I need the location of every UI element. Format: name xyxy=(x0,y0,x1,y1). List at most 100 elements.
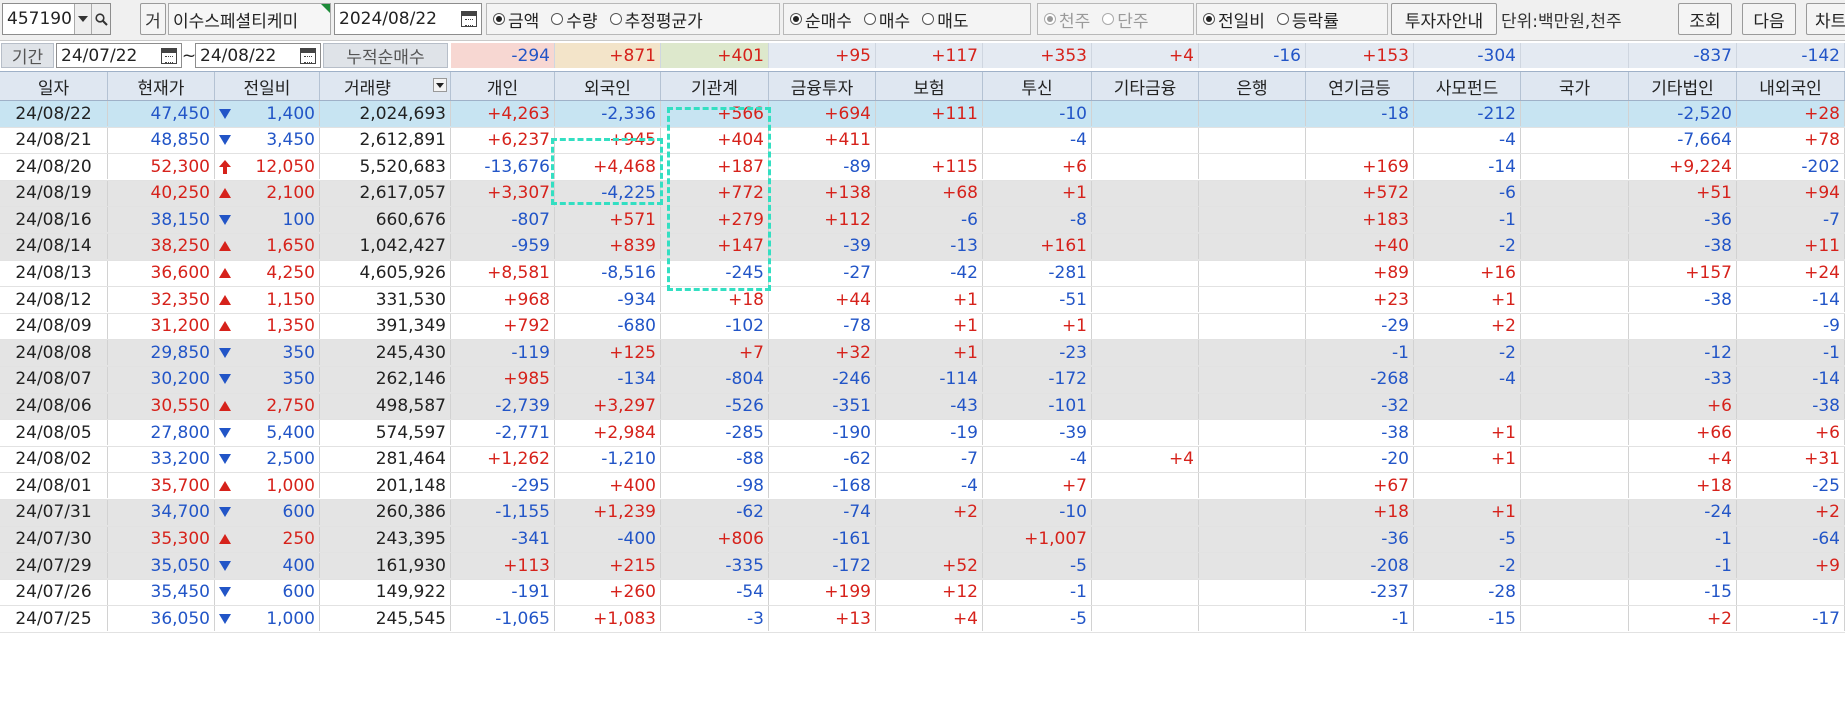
table-row[interactable]: 24/08/19 40,250 2,100 2,617,057 +3,307 -4,225… xyxy=(0,180,1845,208)
table-row[interactable]: 24/08/02 33,200 2,500 281,464 +1,262 -1,210 -8… xyxy=(0,446,1845,474)
cell-financial-investment: +13 xyxy=(769,606,876,632)
accum-pension: +153 xyxy=(1306,43,1414,68)
cell-other-finance xyxy=(1092,473,1199,499)
next-button[interactable]: 다음 xyxy=(1742,3,1796,35)
column-header-insurance[interactable]: 보험 xyxy=(876,72,983,100)
table-row[interactable]: 24/08/09 31,200 1,350 391,349 +792 -680 -102 -7… xyxy=(0,313,1845,341)
radio-net-buy[interactable]: 순매수 xyxy=(790,7,852,32)
cell-insurance: -42 xyxy=(876,260,983,286)
column-header-label: 보험 xyxy=(913,78,945,99)
radio-prev-day[interactable]: 전일비 xyxy=(1203,7,1265,32)
column-header-change[interactable]: 전일비 xyxy=(215,72,320,100)
table-row[interactable]: 24/08/08 29,850 350 245,430 -119 +125 +7 +32 +1-… xyxy=(0,340,1845,367)
radio-dot-icon xyxy=(863,13,876,25)
cell-investment-trust: -4 xyxy=(983,127,1092,153)
table-row[interactable]: 24/07/31 34,700 600 260,386 -1,155 +1,239 -62-… xyxy=(0,499,1845,527)
stock-code-input[interactable]: 457190 xyxy=(2,3,111,35)
cell-individual: +985 xyxy=(451,366,555,392)
radio-dot-icon xyxy=(1102,13,1115,25)
cell-government xyxy=(1521,127,1629,153)
table-row[interactable]: 24/08/01 35,700 1,000 201,148 -295 +400 -98 -16… xyxy=(0,473,1845,500)
down-triangle-icon xyxy=(219,214,231,225)
cell-foreign: -400 xyxy=(555,526,661,552)
column-header-institution[interactable]: 기관계 xyxy=(661,72,769,100)
cell-government xyxy=(1521,340,1629,366)
column-header-other-finance[interactable]: 기타금융 xyxy=(1092,72,1199,100)
cell-institution: -245 xyxy=(661,260,769,286)
radio-sell[interactable]: 매도 xyxy=(922,7,968,32)
cell-government xyxy=(1521,606,1629,632)
period-start-input[interactable]: 24/07/22 xyxy=(56,43,182,68)
cell-insurance: -13 xyxy=(876,233,983,259)
column-header-bank[interactable]: 은행 xyxy=(1199,72,1306,100)
column-header-individual[interactable]: 개인 xyxy=(451,72,555,100)
search-button[interactable]: 조회 xyxy=(1678,3,1732,35)
cell-institution: +18 xyxy=(661,287,769,313)
column-header-price[interactable]: 현재가 xyxy=(108,72,215,100)
column-header-private-fund[interactable]: 사모펀드 xyxy=(1414,72,1521,100)
table-row[interactable]: 24/08/20 52,300 12,050 5,520,683 -13,676 +4,4… xyxy=(0,154,1845,181)
table-row[interactable]: 24/08/21 48,850 3,450 2,612,891 +6,237 +945 +4… xyxy=(0,127,1845,155)
cell-date: 24/07/31 xyxy=(0,499,108,525)
cell-financial-investment: -190 xyxy=(769,420,876,446)
table-row[interactable]: 24/08/06 30,550 2,750 498,587 -2,739 +3,297 -5… xyxy=(0,393,1845,421)
chart-button[interactable]: 차트 xyxy=(1806,3,1845,35)
period-end-input[interactable]: 24/08/22 xyxy=(195,43,321,68)
cell-domestic-foreign: -1 xyxy=(1737,340,1845,366)
column-header-other-corp[interactable]: 기타법인 xyxy=(1629,72,1737,100)
column-header-pension[interactable]: 연기금등 xyxy=(1306,72,1414,100)
trade-type-group: 순매수 매수 매도 xyxy=(783,3,1031,35)
table-row[interactable]: 24/08/05 27,800 5,400 574,597 -2,771 +2,984 -2… xyxy=(0,420,1845,447)
table-row[interactable]: 24/08/14 38,250 1,650 1,042,427 -959 +839 +147… xyxy=(0,233,1845,261)
cell-other-finance xyxy=(1092,579,1199,605)
search-icon xyxy=(94,12,108,26)
column-header-government[interactable]: 국가 xyxy=(1521,72,1629,100)
radio-change-rate[interactable]: 등락률 xyxy=(1276,7,1339,32)
cell-domestic-foreign: +9 xyxy=(1737,553,1845,579)
date-input[interactable]: 2024/08/22 xyxy=(334,3,482,35)
calendar-icon[interactable] xyxy=(461,11,477,27)
cell-insurance xyxy=(876,526,983,552)
table-row[interactable]: 24/08/13 36,600 4,250 4,605,926 +8,581 -8,516… xyxy=(0,260,1845,288)
cell-government xyxy=(1521,393,1629,419)
cell-institution: -3 xyxy=(661,606,769,632)
cell-private-fund: -2 xyxy=(1414,340,1521,366)
cell-other-corp: -15 xyxy=(1629,579,1737,605)
investor-info-button[interactable]: 투자자안내 xyxy=(1391,3,1497,35)
column-header-foreign[interactable]: 외국인 xyxy=(555,72,661,100)
table-row[interactable]: 24/08/16 38,150 100 660,676 -807 +571 +279 +112… xyxy=(0,207,1845,234)
radio-estimated-avg[interactable]: 추정평균가 xyxy=(609,7,703,32)
table-row[interactable]: 24/07/26 35,450 600 149,922 -191 +260 -54 +199 +… xyxy=(0,579,1845,607)
calendar-icon[interactable] xyxy=(161,47,177,64)
table-row[interactable]: 24/07/25 36,050 1,000 245,545 -1,065 +1,083 -3… xyxy=(0,606,1845,633)
table-row[interactable]: 24/08/22 47,450 1,400 2,024,693 +4,263 -2,336… xyxy=(0,101,1845,128)
column-header-date[interactable]: 일자 xyxy=(0,72,108,100)
cell-foreign: +260 xyxy=(555,579,661,605)
market-tag[interactable]: 거 xyxy=(140,3,166,35)
cell-government xyxy=(1521,499,1629,525)
column-header-volume[interactable]: 거래량 xyxy=(320,72,451,100)
cell-other-finance xyxy=(1092,526,1199,552)
cell-volume: 4,605,926 xyxy=(320,260,451,286)
volume-sort-dropdown-button[interactable] xyxy=(433,78,447,92)
calendar-icon[interactable] xyxy=(300,47,316,64)
cell-price: 31,200 xyxy=(108,313,215,339)
cell-private-fund: +1 xyxy=(1414,446,1521,472)
column-header-financial-investment[interactable]: 금융투자 xyxy=(769,72,876,100)
cell-insurance: +111 xyxy=(876,101,983,126)
radio-quantity[interactable]: 수량 xyxy=(551,7,598,32)
table-row[interactable]: 24/07/30 35,300 250 243,395 -341 -400 +806 -161… xyxy=(0,526,1845,554)
cell-other-finance xyxy=(1092,180,1199,206)
cell-government xyxy=(1521,526,1629,552)
radio-buy[interactable]: 매수 xyxy=(863,7,910,32)
table-row[interactable]: 24/07/29 35,050 400 161,930 +113 +215 -335 -172… xyxy=(0,553,1845,580)
stock-code-dropdown-button[interactable] xyxy=(74,4,91,34)
radio-amount[interactable]: 금액 xyxy=(493,7,539,32)
column-header-domestic-foreign[interactable]: 내외국인 xyxy=(1737,72,1845,100)
cell-pension: -1 xyxy=(1306,340,1414,366)
accum-individual: -294 xyxy=(451,43,555,68)
table-row[interactable]: 24/08/07 30,200 350 262,146 +985 -134 -804 -246… xyxy=(0,366,1845,394)
table-row[interactable]: 24/08/12 32,350 1,150 331,530 +968 -934 +18 +44… xyxy=(0,287,1845,314)
stock-search-button[interactable] xyxy=(91,4,110,34)
column-header-investment-trust[interactable]: 투신 xyxy=(983,72,1092,100)
